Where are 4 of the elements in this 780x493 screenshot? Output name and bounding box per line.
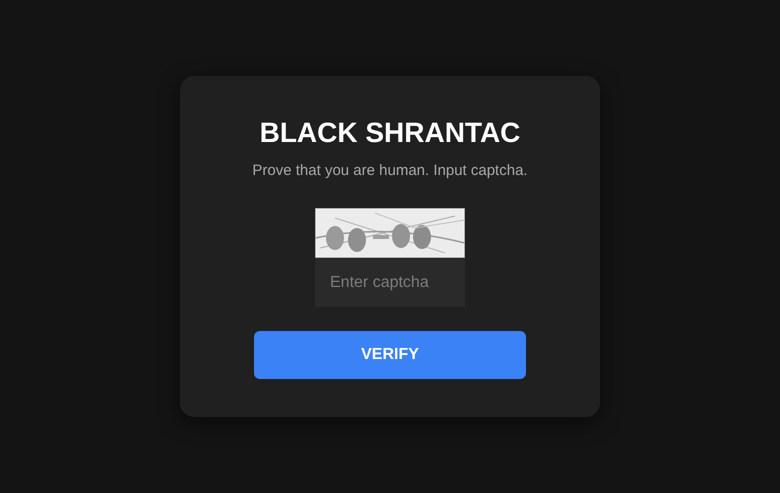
- instruction-text: Prove that you are human. Input captcha.: [252, 162, 528, 180]
- verify-button[interactable]: VERIFY: [254, 331, 526, 379]
- app-title: BLACK SHRANTAC: [260, 116, 520, 150]
- captcha-input-field[interactable]: Enter captcha: [315, 258, 465, 307]
